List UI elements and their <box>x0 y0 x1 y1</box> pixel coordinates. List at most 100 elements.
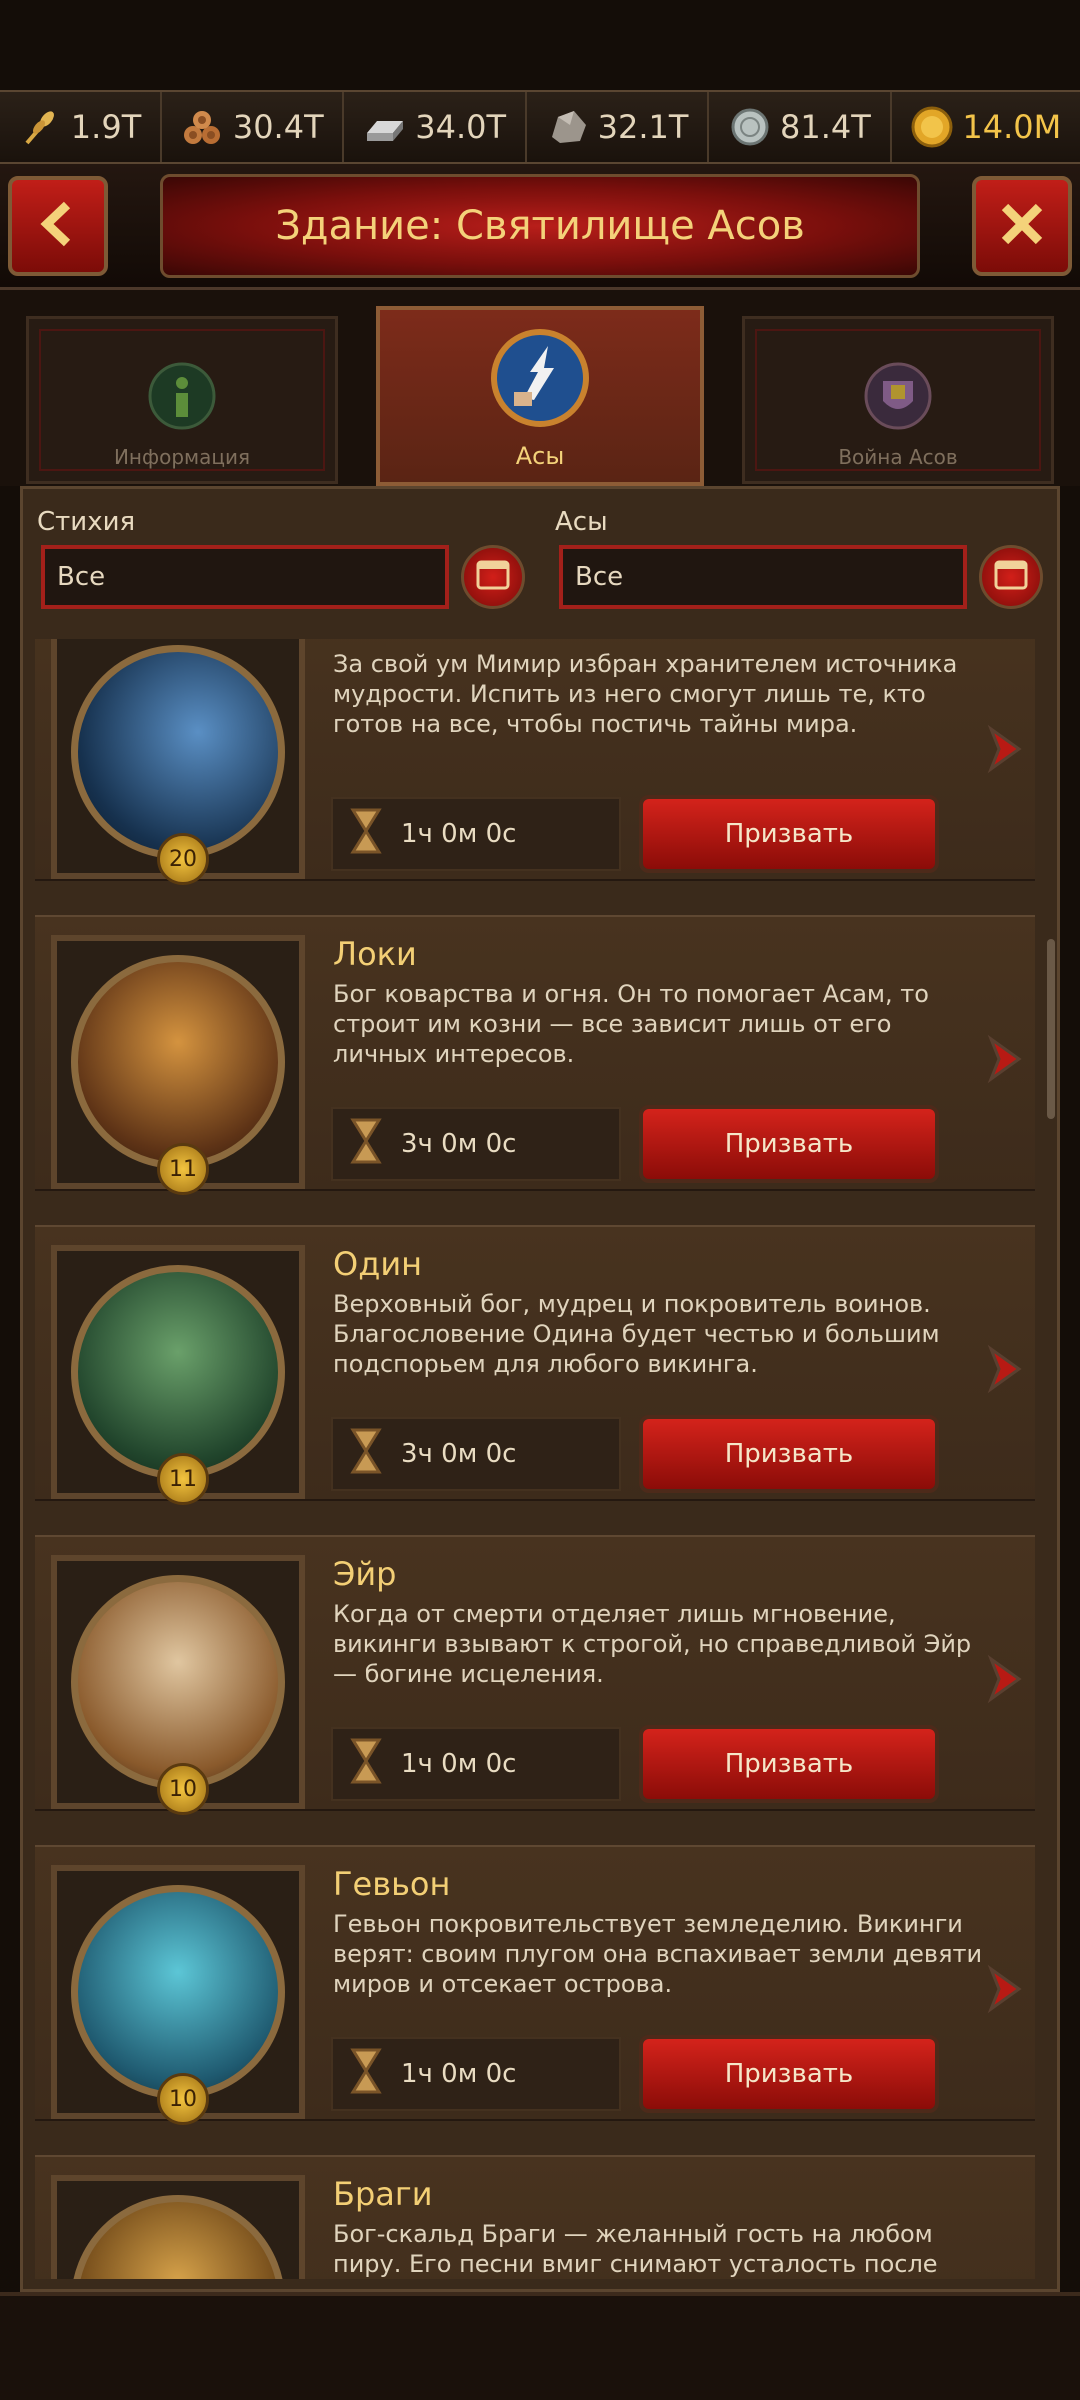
god-portrait[interactable]: 10 <box>51 1555 305 1815</box>
god-portrait[interactable] <box>51 2175 305 2279</box>
resource-value: 32.1T <box>597 108 689 146</box>
hourglass-icon <box>349 2046 383 2103</box>
summon-timer: 1ч 0м 0с <box>331 2037 621 2111</box>
resource-iron[interactable]: 34.0T <box>344 92 527 162</box>
god-portrait[interactable]: 11 <box>51 935 305 1195</box>
hourglass-icon <box>349 1426 383 1483</box>
timer-value: 3ч 0м 0с <box>401 1129 517 1159</box>
resource-stone[interactable]: 32.1T <box>527 92 710 162</box>
resource-gold[interactable]: 14.0M <box>892 92 1080 162</box>
summon-label: Призвать <box>724 2059 854 2089</box>
list-item: 10 Эйр Когда от смерти отделяет лишь мгн… <box>35 1535 1035 1815</box>
chevron-right-icon[interactable] <box>985 1649 1025 1709</box>
close-button[interactable] <box>972 176 1072 276</box>
wheat-icon <box>19 105 63 149</box>
summon-button[interactable]: Призвать <box>639 2035 939 2113</box>
resource-wood[interactable]: 30.4T <box>162 92 345 162</box>
resource-wheat[interactable]: 1.9T <box>0 92 163 162</box>
god-name: Гевьон <box>333 1865 451 1903</box>
portrait-image <box>71 1265 285 1479</box>
close-icon <box>997 199 1047 253</box>
list-item: 11 Локи Бог коварства и огня. Он то помо… <box>35 915 1035 1195</box>
summon-button[interactable]: Призвать <box>639 1415 939 1493</box>
summon-timer: 3ч 0м 0с <box>331 1417 621 1491</box>
hourglass-icon <box>349 1736 383 1793</box>
timer-value: 1ч 0м 0с <box>401 1749 517 1779</box>
resource-bar: 1.9T 30.4T 34.0T 32.1T 81.4T 14.0M <box>0 90 1080 164</box>
main-panel: Стихия Все Асы Все 20 За свой ум Мимир и… <box>20 486 1060 2292</box>
summon-timer: 1ч 0м 0с <box>331 797 621 871</box>
title-bar: Здание: Святилище Асов <box>0 164 1080 290</box>
list-item: 11 Один Верховный бог, мудрец и покровит… <box>35 1225 1035 1505</box>
list-item: 10 Гевьон Гевьон покровительствует земле… <box>35 1845 1035 2125</box>
chevron-right-icon[interactable] <box>985 1339 1025 1399</box>
summon-timer: 1ч 0м 0с <box>331 1727 621 1801</box>
scrollbar[interactable] <box>1047 939 1055 1119</box>
gods-filter-button[interactable] <box>979 545 1043 609</box>
god-name: Один <box>333 1245 423 1283</box>
portrait-image <box>71 1885 285 2099</box>
portrait-image <box>71 955 285 1169</box>
portrait-image <box>71 2195 285 2279</box>
tab-info[interactable]: Информация <box>26 316 338 484</box>
list-icon <box>994 560 1028 594</box>
portrait-image <box>71 645 285 859</box>
list-item: Браги Бог-скальд Браги — желанный гость … <box>35 2155 1035 2279</box>
resource-value: 14.0M <box>962 108 1062 146</box>
tab-label: Асы <box>515 442 565 470</box>
god-description: За свой ум Мимир избран хранителем источ… <box>333 650 958 738</box>
tab-label: Война Асов <box>838 445 958 469</box>
level-badge: 20 <box>157 833 209 885</box>
timer-value: 1ч 0м 0с <box>401 819 517 849</box>
god-description: Верховный бог, мудрец и покровитель воин… <box>333 1290 940 1378</box>
tab-gods-war[interactable]: Война Асов <box>742 316 1054 484</box>
element-filter-select[interactable]: Все <box>41 545 449 609</box>
gods-list[interactable]: 20 За свой ум Мимир избран хранителем ис… <box>23 639 1057 2279</box>
gold-icon <box>910 105 954 149</box>
god-portrait[interactable]: 20 <box>51 639 305 885</box>
god-name: Локи <box>333 935 417 973</box>
resource-value: 30.4T <box>232 108 324 146</box>
summon-label: Призвать <box>724 1439 854 1469</box>
resource-value: 34.0T <box>415 108 507 146</box>
chevron-left-icon <box>33 199 83 253</box>
god-name: Браги <box>333 2175 433 2213</box>
resource-value: 81.4T <box>780 108 871 146</box>
god-description: Гевьон покровительствует земледелию. Вик… <box>333 1910 983 1998</box>
chevron-right-icon[interactable] <box>985 1959 1025 2019</box>
summon-timer: 3ч 0м 0с <box>331 1107 621 1181</box>
hourglass-icon <box>349 806 383 863</box>
summon-label: Призвать <box>724 1749 854 1779</box>
element-filter-value: Все <box>57 562 106 592</box>
info-icon <box>147 361 217 435</box>
summon-button[interactable]: Призвать <box>639 795 939 873</box>
gods-filter-label: Асы <box>555 507 608 537</box>
portrait-image <box>71 1575 285 1789</box>
level-badge: 11 <box>157 1143 209 1195</box>
tab-gods[interactable]: Асы <box>376 306 704 486</box>
chevron-right-icon[interactable] <box>985 1029 1025 1089</box>
bottom-bar <box>0 2292 1080 2400</box>
shield-map-icon <box>863 361 933 435</box>
gods-filter-select[interactable]: Все <box>559 545 967 609</box>
chevron-right-icon[interactable] <box>985 719 1025 779</box>
element-filter-label: Стихия <box>37 507 136 537</box>
resource-value: 1.9T <box>70 108 142 146</box>
stone-icon <box>546 105 590 149</box>
god-description: Когда от смерти отделяет лишь мгновение,… <box>333 1600 972 1688</box>
title-plate: Здание: Святилище Асов <box>160 174 920 278</box>
summon-button[interactable]: Призвать <box>639 1105 939 1183</box>
summon-button[interactable]: Призвать <box>639 1725 939 1803</box>
back-button[interactable] <box>8 176 108 276</box>
filter-bar: Стихия Все Асы Все <box>23 489 1057 629</box>
list-item: 20 За свой ум Мимир избран хранителем ис… <box>35 639 1035 885</box>
god-portrait[interactable]: 11 <box>51 1245 305 1505</box>
god-portrait[interactable]: 10 <box>51 1865 305 2125</box>
gods-filter-value: Все <box>575 562 624 592</box>
timer-value: 3ч 0м 0с <box>401 1439 517 1469</box>
silver-icon <box>728 105 772 149</box>
resource-silver[interactable]: 81.4T <box>709 92 892 162</box>
tab-bar: Информация Асы Война Асов <box>0 290 1080 486</box>
hourglass-icon <box>349 1116 383 1173</box>
element-filter-button[interactable] <box>461 545 525 609</box>
